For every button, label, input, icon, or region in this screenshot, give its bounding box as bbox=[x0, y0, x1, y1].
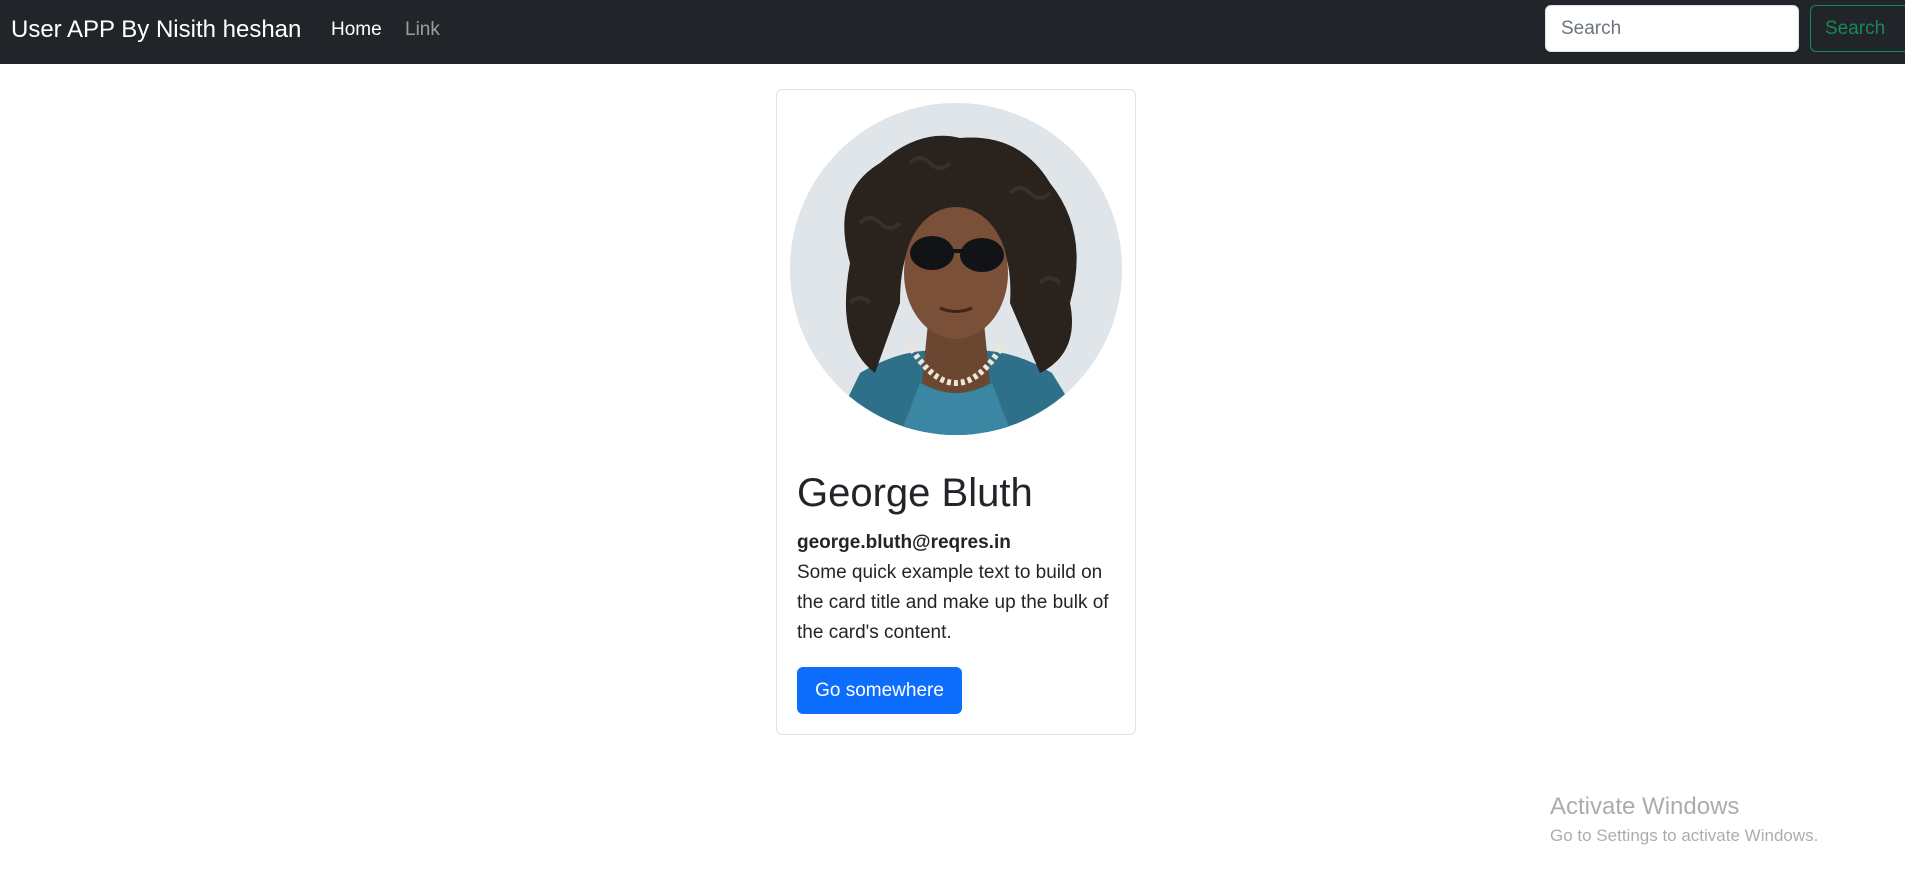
user-photo-icon bbox=[790, 103, 1122, 435]
user-card: George Bluth george.bluth@reqres.in Some… bbox=[776, 89, 1136, 735]
watermark-title: Activate Windows bbox=[1550, 793, 1740, 820]
activate-windows-watermark: Activate Windows Go to Settings to activ… bbox=[1550, 792, 1818, 847]
card-text: Some quick example text to build on the … bbox=[797, 562, 1109, 643]
go-somewhere-button[interactable]: Go somewhere bbox=[797, 667, 962, 714]
watermark-subtitle: Go to Settings to activate Windows. bbox=[1550, 826, 1819, 845]
nav-link-home[interactable]: Home bbox=[331, 17, 382, 43]
navbar-brand[interactable]: User APP By Nisith heshan bbox=[11, 14, 301, 46]
search-input[interactable] bbox=[1545, 5, 1799, 52]
nav-link-link[interactable]: Link bbox=[405, 17, 440, 43]
search-button[interactable]: Search bbox=[1810, 5, 1905, 52]
top-navbar: User APP By Nisith heshan Home Link Sear… bbox=[0, 0, 1905, 64]
card-title: George Bluth bbox=[797, 471, 1033, 515]
user-avatar bbox=[790, 103, 1122, 435]
card-email: george.bluth@reqres.in bbox=[797, 532, 1011, 553]
